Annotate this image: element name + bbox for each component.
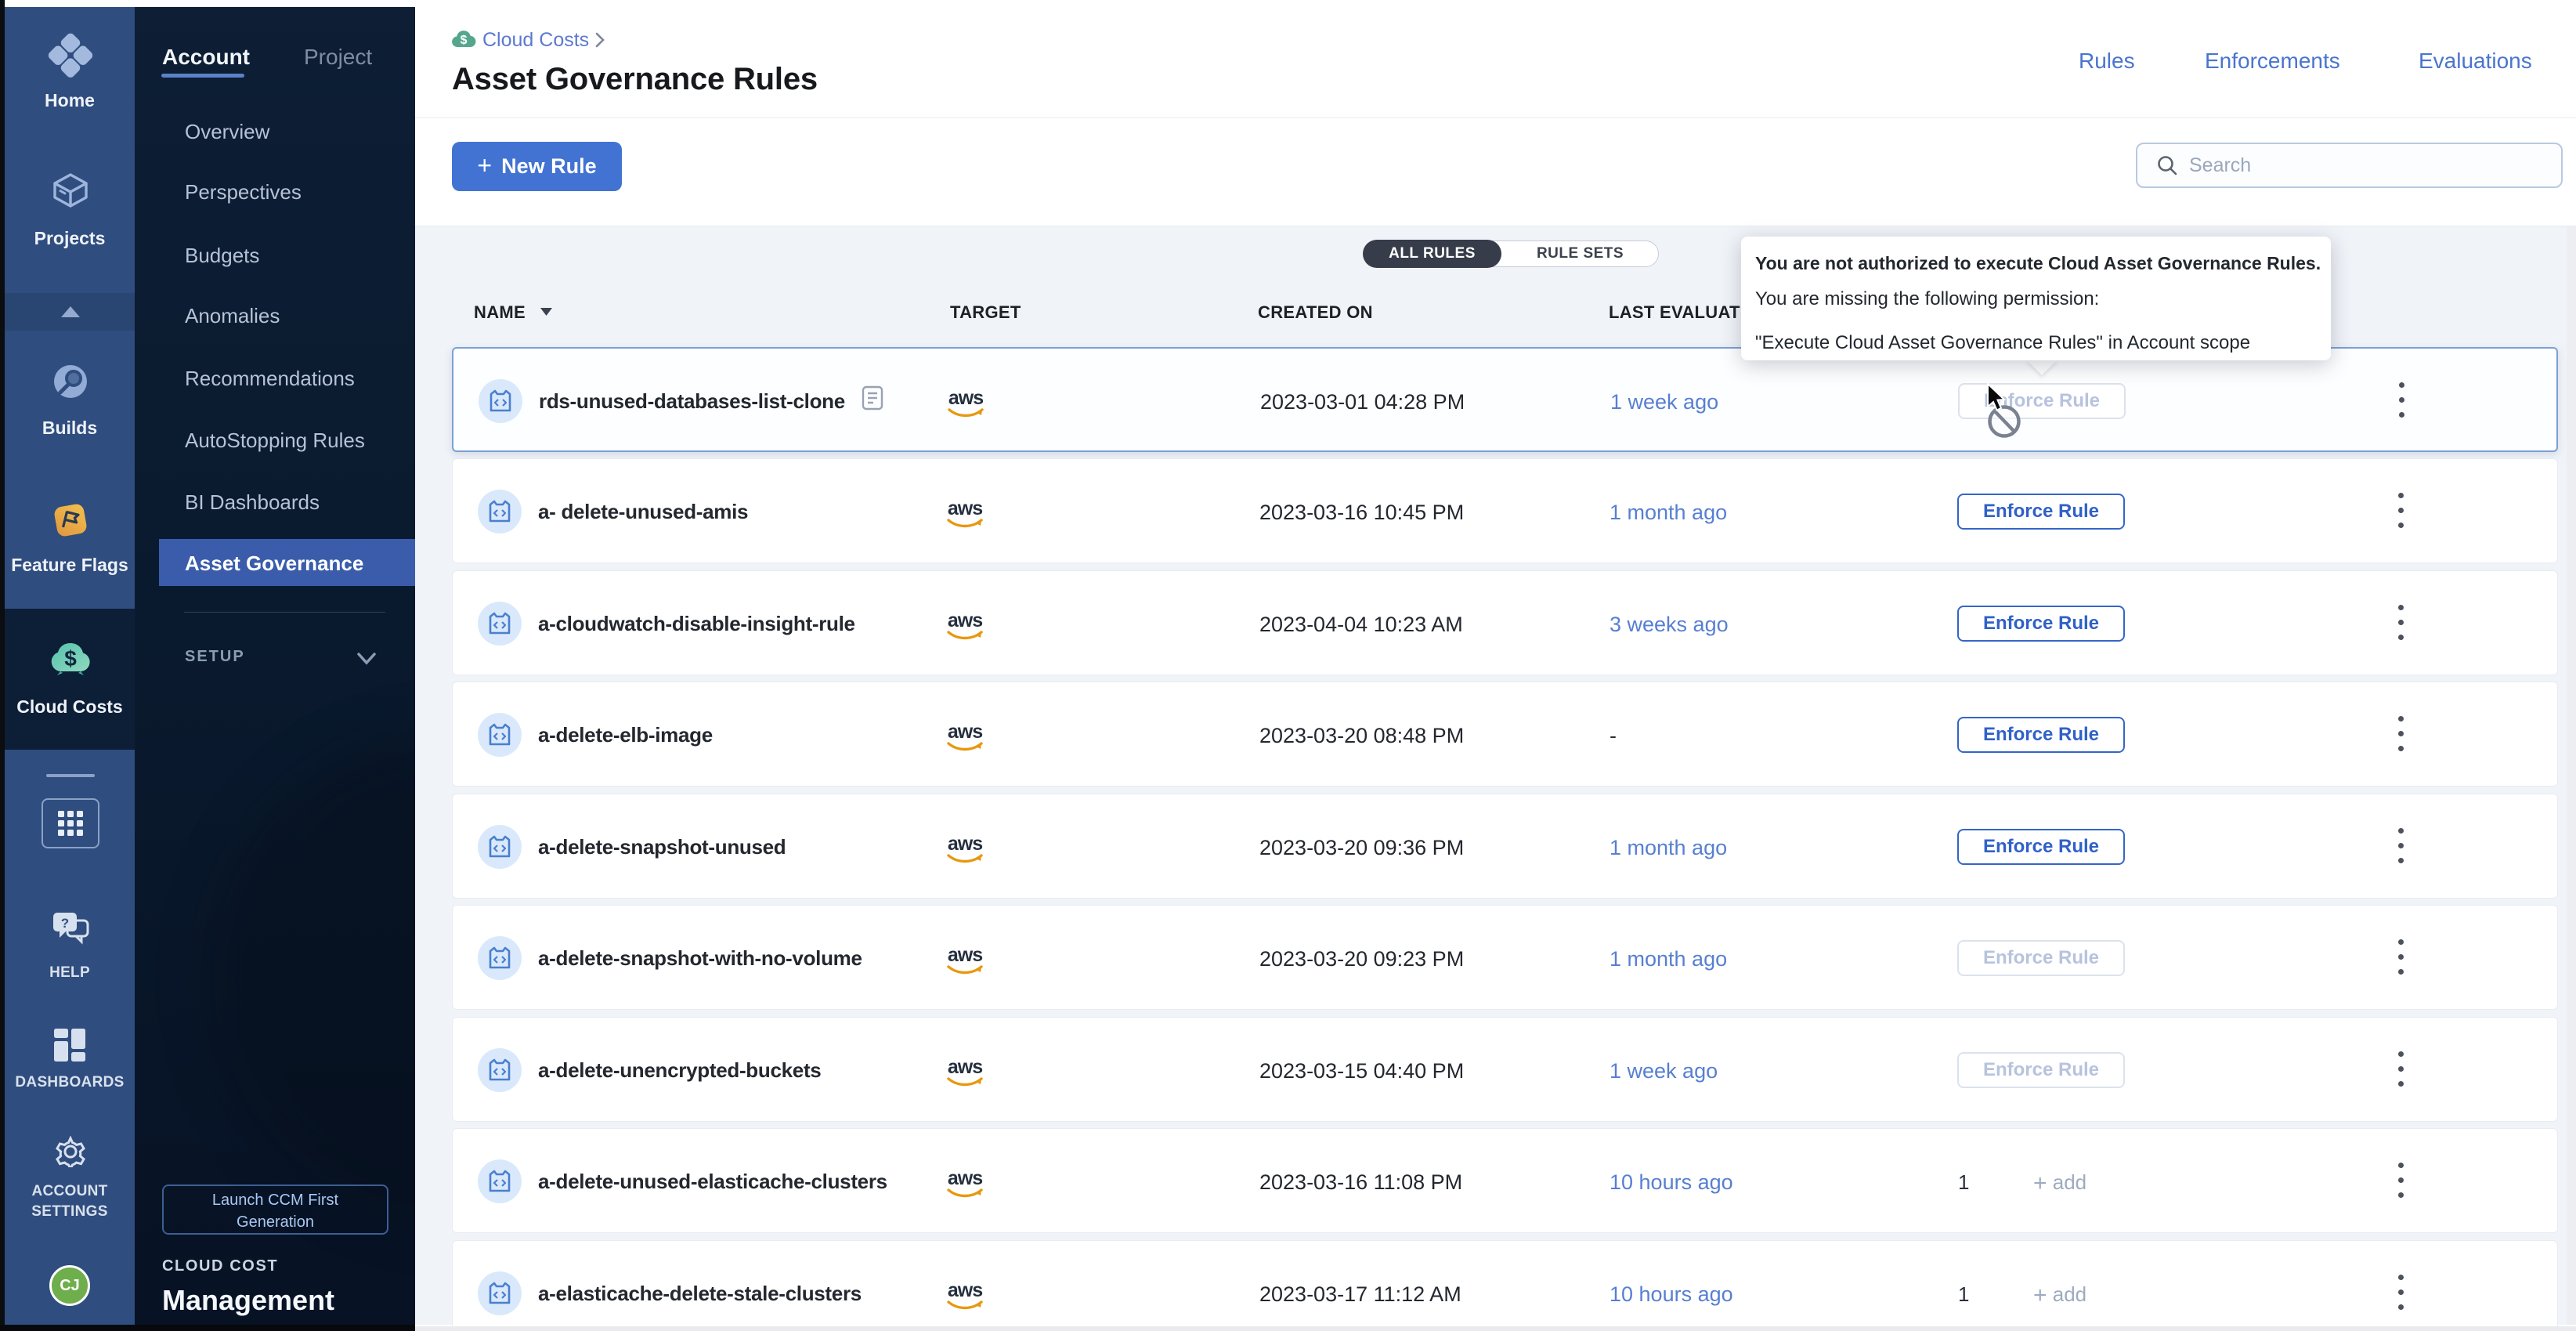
svg-text:$: $: [461, 34, 468, 47]
svg-text:?: ?: [61, 916, 69, 931]
svg-text:$: $: [64, 646, 77, 671]
